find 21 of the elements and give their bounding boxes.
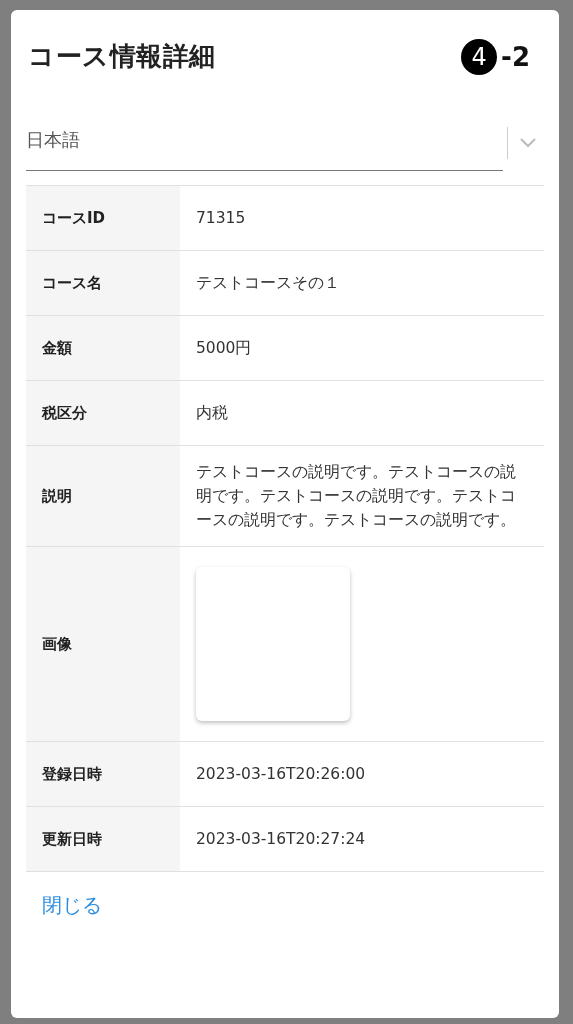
dialog-title: コース情報詳細: [28, 40, 216, 73]
row-label: 更新日時: [26, 807, 180, 871]
row-value: テストコースの説明です。テストコースの説明です。テストコースの説明です。テストコースの説明です。テストコースの説明です。: [196, 462, 517, 531]
language-select[interactable]: 日本語: [26, 115, 544, 171]
row-label: 説明: [26, 446, 180, 546]
row-label: コース名: [26, 251, 180, 315]
row-value: 71315: [196, 208, 246, 229]
row-label: 税区分: [26, 381, 180, 445]
step-suffix: -2: [501, 41, 530, 72]
chevron-down-icon: [520, 138, 536, 148]
row-label: 画像: [26, 547, 180, 741]
close-button[interactable]: 閉じる: [34, 890, 110, 921]
row-value: 5000円: [196, 338, 252, 359]
row-value: テストコースその１: [196, 273, 340, 294]
row-label: 金額: [26, 316, 180, 380]
row-label: 登録日時: [26, 742, 180, 806]
row-value: 2023-03-16T20:27:24: [196, 829, 366, 850]
row-label: コースID: [26, 186, 180, 250]
step-number-badge: 4: [461, 38, 498, 75]
row-value: 内税: [196, 403, 228, 424]
row-value: 2023-03-16T20:26:00: [196, 764, 366, 785]
